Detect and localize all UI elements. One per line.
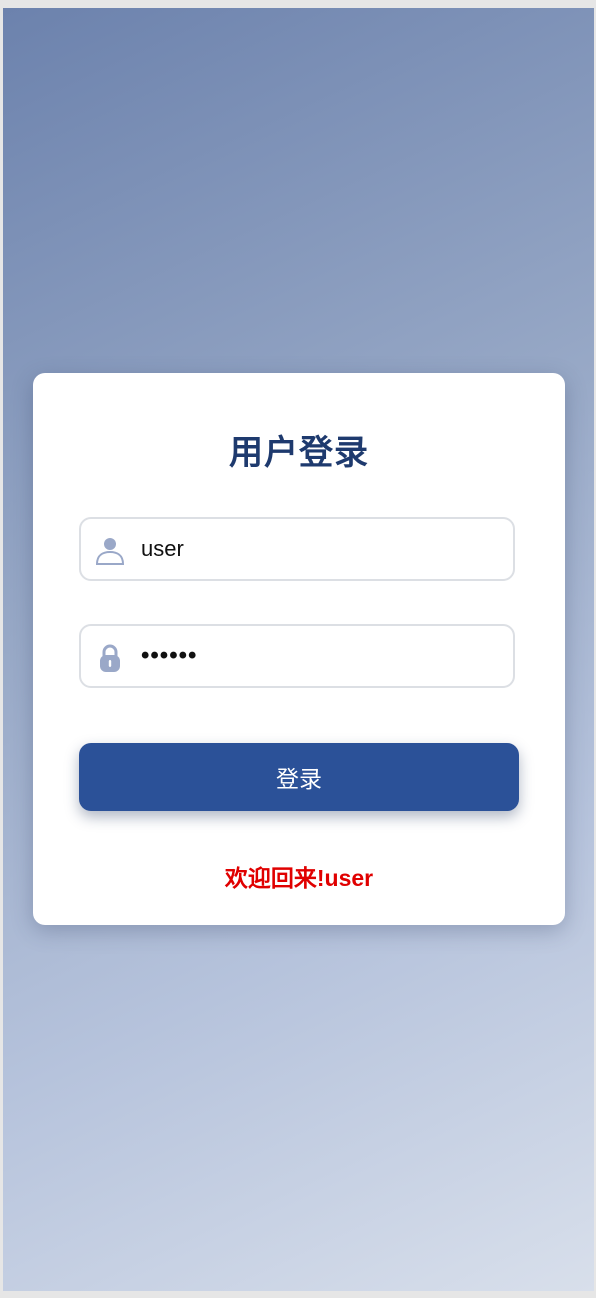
username-field[interactable]: user bbox=[79, 517, 515, 581]
welcome-message: 欢迎回来!user bbox=[224, 865, 374, 891]
username-input[interactable]: user bbox=[141, 519, 184, 579]
password-input[interactable]: •••••• bbox=[141, 626, 197, 686]
login-card: 用户登录 user •••••• 登录 欢迎回来!user bbox=[33, 373, 565, 925]
user-icon bbox=[95, 536, 125, 566]
login-button[interactable]: 登录 bbox=[79, 743, 519, 811]
password-field[interactable]: •••••• bbox=[79, 624, 515, 688]
page-background: 用户登录 user •••••• 登录 欢迎回来!user bbox=[3, 8, 594, 1291]
page-title: 用户登录 bbox=[229, 434, 369, 472]
lock-icon bbox=[95, 643, 125, 673]
